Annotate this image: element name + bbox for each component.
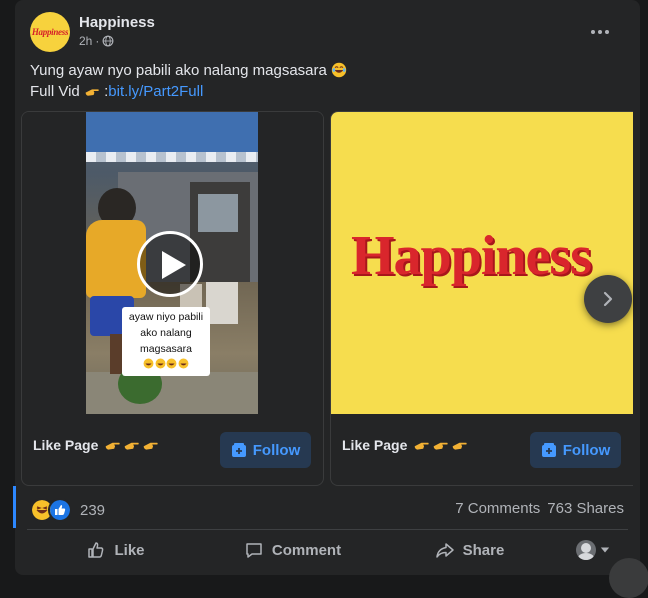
- post-text: Yung ayaw nyo pabili ako nalang magsasar…: [30, 60, 347, 102]
- post-header: Happiness Happiness 2h ·: [30, 12, 620, 52]
- brand-logo-text: Happiness: [351, 225, 592, 287]
- actions-divider: [27, 529, 628, 530]
- share-button[interactable]: Share: [381, 534, 558, 566]
- card-footer: Like Page Follow: [331, 414, 633, 485]
- reactions-summary[interactable]: 239: [30, 498, 105, 522]
- post-link[interactable]: bit.ly/Part2Full: [108, 83, 203, 100]
- like-page-label: Like Page: [342, 436, 468, 453]
- post-text-line1: Yung ayaw nyo pabili ako nalang magsasar…: [30, 62, 327, 79]
- pointing-hand-icon: [434, 442, 449, 450]
- post-stats: 239 7 Comments 763 Shares: [13, 486, 640, 530]
- follow-button[interactable]: Follow: [530, 432, 621, 468]
- comment-icon: [246, 543, 262, 558]
- pointing-hand-icon: [106, 442, 121, 450]
- avatar: [576, 540, 596, 560]
- comment-button[interactable]: Comment: [204, 534, 381, 566]
- carousel-next-button[interactable]: [584, 275, 632, 323]
- avatar-logo-text: Happiness: [31, 27, 69, 37]
- laughing-emoji-icon: [331, 62, 347, 78]
- shares-count[interactable]: 763 Shares: [547, 500, 624, 517]
- brand-image[interactable]: Happiness: [331, 112, 633, 414]
- stats-accent-bar: [13, 486, 16, 528]
- reaction-count: 239: [80, 501, 106, 519]
- pointing-hand-icon: [144, 442, 159, 450]
- like-page-label: Like Page: [33, 436, 159, 453]
- carousel: ayaw niyo pabili ako nalang magsasara Li…: [15, 111, 640, 486]
- page-avatar[interactable]: Happiness: [30, 12, 70, 52]
- comments-count[interactable]: 7 Comments: [455, 500, 540, 517]
- play-icon: [162, 251, 186, 279]
- carousel-card-video: ayaw niyo pabili ako nalang magsasara Li…: [21, 111, 324, 486]
- post-text-line2: Full Vid: [30, 83, 80, 100]
- follow-page-icon: [231, 443, 246, 457]
- post-time[interactable]: 2h: [79, 34, 92, 48]
- post-actions: Like Comment Share: [27, 534, 628, 566]
- engagement-counts: 7 Comments 763 Shares: [455, 500, 624, 517]
- pointing-hand-icon: [415, 442, 430, 450]
- video-thumbnail[interactable]: ayaw niyo pabili ako nalang magsasara: [86, 112, 258, 414]
- chat-bubble-button[interactable]: [609, 558, 648, 598]
- chevron-right-icon: [603, 291, 613, 307]
- play-button[interactable]: [137, 231, 203, 297]
- like-reaction-icon: [48, 498, 72, 522]
- pointing-hand-icon: [85, 89, 99, 96]
- like-button[interactable]: Like: [27, 534, 204, 566]
- thumbs-up-icon: [88, 542, 104, 558]
- follow-page-icon: [541, 443, 556, 457]
- card-footer: Like Page Follow: [22, 414, 323, 485]
- pointing-hand-icon: [125, 442, 140, 450]
- video-media[interactable]: ayaw niyo pabili ako nalang magsasara: [22, 112, 323, 414]
- post-meta: 2h ·: [79, 34, 114, 48]
- feed-post: Happiness Happiness 2h · Yung ayaw nyo p…: [13, 0, 648, 598]
- follow-button[interactable]: Follow: [220, 432, 311, 468]
- chevron-down-icon: [600, 547, 610, 553]
- globe-icon: [102, 35, 114, 47]
- pointing-hand-icon: [453, 442, 468, 450]
- more-options-icon[interactable]: [586, 22, 614, 42]
- video-caption: ayaw niyo pabili ako nalang magsasara: [122, 307, 210, 376]
- share-icon: [435, 543, 454, 558]
- page-name[interactable]: Happiness: [79, 14, 155, 31]
- laughing-emoji-row: [122, 358, 210, 372]
